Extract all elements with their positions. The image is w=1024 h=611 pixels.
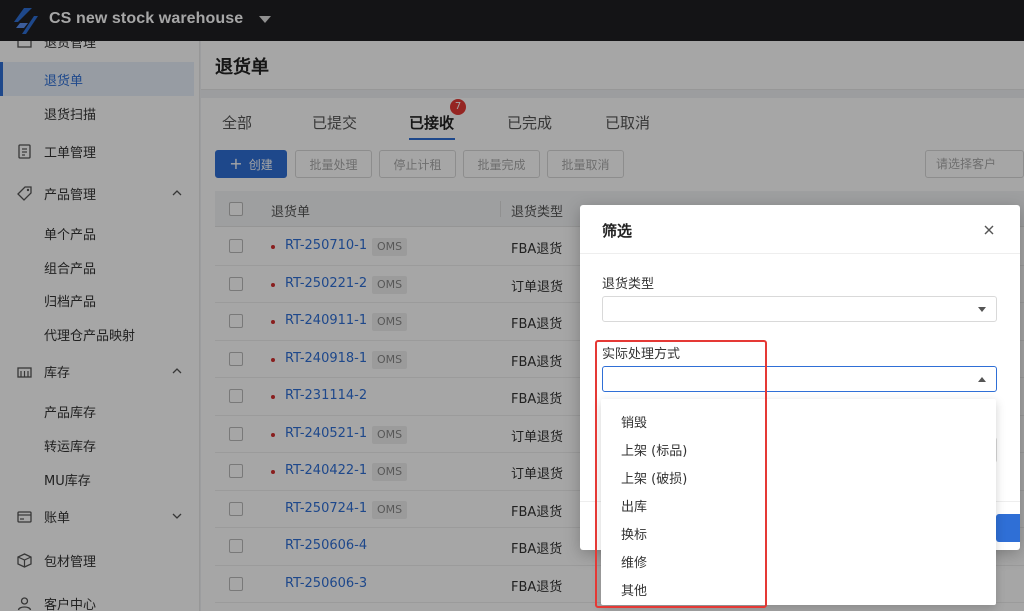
return-type-label: 退货类型 xyxy=(602,277,655,292)
caret-up-icon xyxy=(978,377,986,382)
caret-down-icon xyxy=(978,307,986,312)
close-icon[interactable] xyxy=(982,223,996,237)
confirm-button[interactable] xyxy=(996,514,1020,542)
dialog-divider xyxy=(580,253,1020,254)
dialog-title: 筛选 xyxy=(602,222,633,240)
annotation-highlight-box xyxy=(595,340,767,608)
return-type-select[interactable] xyxy=(602,296,997,322)
